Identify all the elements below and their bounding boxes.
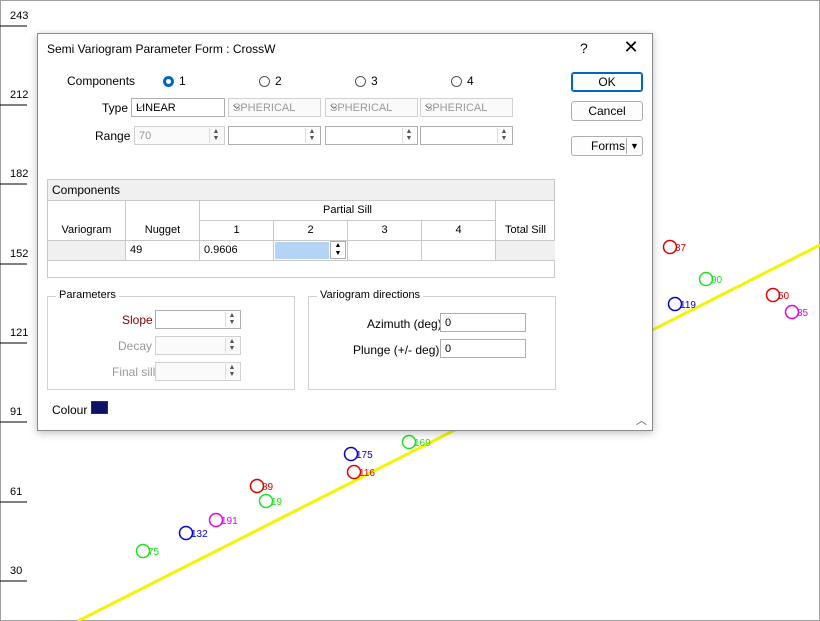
sample-label: 132 <box>191 529 208 540</box>
components-grid: Components Partial Sill Variogram Nugget… <box>47 179 555 278</box>
range-spinner-1[interactable]: 70 ▲ ▼ <box>134 126 225 145</box>
colour-label: Colour <box>52 403 88 417</box>
cell-total-sill <box>496 241 555 261</box>
radio-icon <box>451 75 462 87</box>
spin-arrows-icon[interactable]: ▲ ▼ <box>225 364 238 379</box>
sample-label: 75 <box>148 547 160 558</box>
spin-arrows-icon[interactable]: ▲ ▼ <box>402 128 415 143</box>
colour-swatch[interactable] <box>91 401 108 414</box>
decay-label: Decay <box>118 339 153 353</box>
chevron-up-icon[interactable]: ︿ <box>636 412 647 428</box>
column-header-4: 4 <box>422 221 496 241</box>
type-combo-3[interactable]: SPHERICAL ⌵ <box>325 98 418 117</box>
y-tick-label: 152 <box>10 248 29 260</box>
component-radio-4[interactable]: 4 <box>451 74 474 88</box>
chevron-down-icon: ⌵ <box>136 101 144 112</box>
cell-sill-1[interactable]: 0.9606 <box>200 241 274 261</box>
range-spinner-2[interactable]: ▲ ▼ <box>228 126 321 145</box>
sample-label: 50 <box>778 291 790 302</box>
sample-label: 119 <box>680 300 696 311</box>
dialog-title: Semi Variogram Parameter Form : CrossW <box>47 42 276 56</box>
type-combo-4[interactable]: SPHERICAL ⌵ <box>420 98 513 117</box>
sample-label: 90 <box>711 275 723 286</box>
type-combo-2[interactable]: SPHERICAL ⌵ <box>228 98 321 117</box>
range-spinner-4[interactable]: ▲ ▼ <box>420 126 513 145</box>
column-header-nugget: Nugget <box>126 221 200 241</box>
parameters-group: Parameters Slope ▲ ▼ Decay ▲ ▼ Final sill … <box>47 289 295 390</box>
partial-sill-header: Partial Sill <box>200 201 496 221</box>
radio-icon <box>355 75 366 87</box>
cell-sill-3[interactable] <box>348 241 422 261</box>
range-spinner-3[interactable]: ▲ ▼ <box>325 126 418 145</box>
sample-label: 87 <box>675 243 687 254</box>
component-radio-2[interactable]: 2 <box>259 74 282 88</box>
close-button[interactable]: ✕ <box>620 37 642 58</box>
variogram-dialog: Semi Variogram Parameter Form : CrossW ?… <box>37 33 653 431</box>
plunge-label: Plunge (+/- deg) <box>353 343 440 357</box>
spin-arrows-icon[interactable]: ▲ ▼ <box>225 312 238 327</box>
sample-label: 169 <box>414 438 431 449</box>
cell-variogram <box>48 241 126 261</box>
chevron-down-icon: ⌵ <box>330 101 338 112</box>
cell-sill-2-editor[interactable]: ▲ ▼ <box>274 241 348 261</box>
chevron-down-icon: ⌵ <box>425 101 433 112</box>
sample-label: 19 <box>271 497 283 508</box>
column-header-3: 3 <box>348 221 422 241</box>
parameters-title: Parameters <box>56 289 119 301</box>
spin-arrows-icon[interactable]: ▲ ▼ <box>209 128 222 143</box>
sample-label: 191 <box>221 516 238 527</box>
plunge-input[interactable]: 0 <box>440 339 526 358</box>
radio-selected-icon <box>163 75 174 87</box>
y-tick-label: 243 <box>10 10 29 22</box>
component-radio-1[interactable]: 1 <box>163 74 186 88</box>
y-tick-label: 182 <box>10 168 29 180</box>
y-tick-label: 212 <box>10 89 29 101</box>
decay-spinner[interactable]: ▲ ▼ <box>155 336 241 355</box>
cancel-button[interactable]: Cancel <box>571 101 643 121</box>
sample-label: 116 <box>359 468 375 479</box>
y-tick-label: 91 <box>10 406 23 418</box>
azimuth-input[interactable]: 0 <box>440 313 526 332</box>
cell-sill-4[interactable] <box>422 241 496 261</box>
slope-label: Slope <box>122 313 153 327</box>
grid-caption: Components <box>48 180 554 201</box>
range-label: Range <box>95 129 131 143</box>
spin-arrows-icon[interactable]: ▲ ▼ <box>330 241 346 259</box>
type-label: Type <box>102 101 129 115</box>
directions-title: Variogram directions <box>317 289 424 301</box>
cell-nugget[interactable]: 49 <box>126 241 200 261</box>
final-sill-spinner[interactable]: ▲ ▼ <box>155 362 241 381</box>
component-radio-3[interactable]: 3 <box>355 74 378 88</box>
help-button[interactable]: ? <box>580 40 588 56</box>
directions-group: Variogram directions Azimuth (deg) 0 Plu… <box>308 289 556 390</box>
radio-icon <box>259 75 270 87</box>
dropdown-arrow-icon[interactable]: ▼ <box>630 137 639 155</box>
title-bar: Semi Variogram Parameter Form : CrossW ?… <box>38 34 652 64</box>
azimuth-label: Azimuth (deg) <box>367 317 442 331</box>
chevron-down-icon: ⌵ <box>233 101 241 112</box>
column-header-variogram: Variogram <box>48 221 126 241</box>
forms-button[interactable]: Forms ▼ <box>571 136 643 156</box>
y-tick-label: 30 <box>10 565 23 577</box>
components-label: Components <box>67 74 136 88</box>
spin-arrows-icon[interactable]: ▲ ▼ <box>497 128 510 143</box>
column-header-1: 1 <box>200 221 274 241</box>
spin-arrows-icon[interactable]: ▲ ▼ <box>225 338 238 353</box>
sample-label: 85 <box>797 308 809 319</box>
sample-label: 89 <box>262 482 274 493</box>
y-tick-label: 121 <box>10 327 29 339</box>
spin-arrows-icon[interactable]: ▲ ▼ <box>305 128 318 143</box>
final-sill-label: Final sill <box>112 365 156 379</box>
ok-button[interactable]: OK <box>571 72 643 92</box>
column-header-total-sill: Total Sill <box>496 221 555 241</box>
type-combo-1[interactable]: LINEAR ⌵ <box>131 98 225 117</box>
sample-label: 175 <box>356 450 373 461</box>
y-tick-label: 61 <box>10 486 23 498</box>
slope-spinner[interactable]: ▲ ▼ <box>155 310 241 329</box>
column-header-2: 2 <box>274 221 348 241</box>
